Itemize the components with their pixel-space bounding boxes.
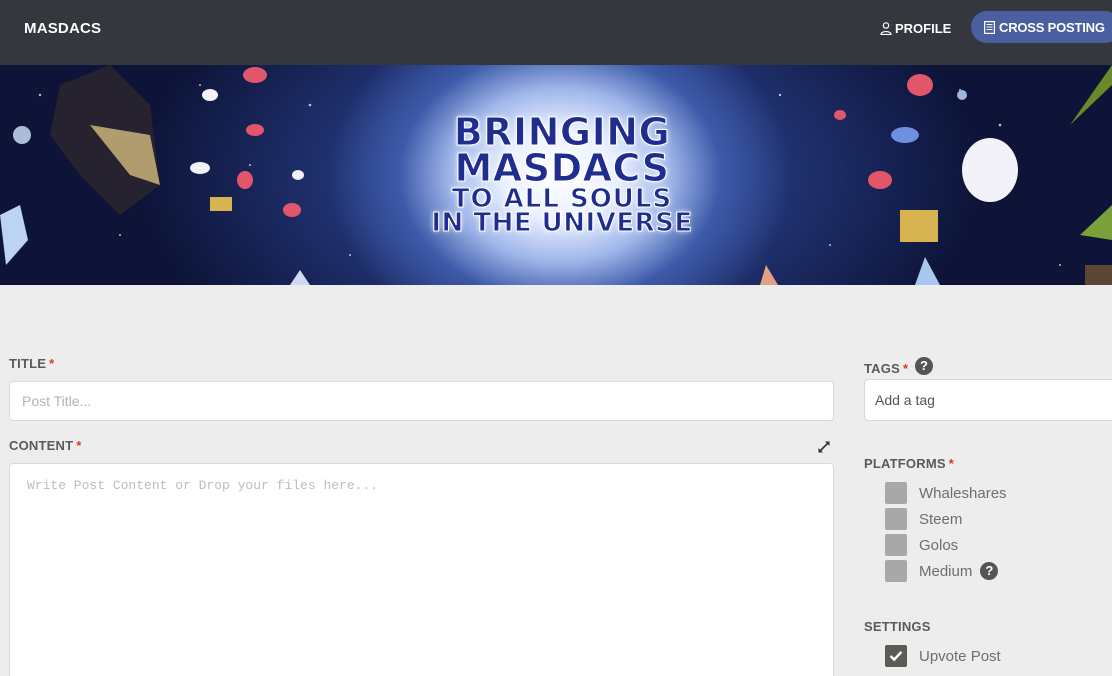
platforms-label-text: PLATFORMS [864, 456, 946, 471]
banner-line-4: IN THE UNIVERSE [431, 208, 693, 238]
required-mark: * [948, 456, 954, 471]
content-label: CONTENT * [9, 438, 82, 453]
post-content-editor[interactable] [9, 463, 834, 676]
checkbox[interactable] [885, 534, 907, 556]
tags-label-text: TAGS [864, 361, 900, 376]
cross-posting-label: CROSS POSTING [999, 19, 1105, 35]
title-label-text: TITLE [9, 356, 47, 371]
banner-line-2: MASDACS [454, 146, 670, 190]
user-icon [880, 22, 892, 35]
platform-whaleshares[interactable]: Whaleshares [885, 482, 1007, 504]
platform-label: Steem [919, 510, 963, 528]
profile-link[interactable]: PROFILE [880, 21, 951, 36]
platform-steem[interactable]: Steem [885, 508, 962, 530]
brand-logo[interactable]: MASDACS [24, 20, 101, 37]
checkbox-checked[interactable] [885, 645, 907, 667]
title-label: TITLE * [9, 356, 54, 371]
checkbox[interactable] [885, 508, 907, 530]
setting-label: Upvote Post [919, 647, 1001, 665]
checkbox[interactable] [885, 560, 907, 582]
tags-help-icon[interactable]: ? [915, 357, 933, 375]
content-label-text: CONTENT [9, 438, 74, 453]
profile-label: PROFILE [895, 21, 952, 36]
cross-posting-button[interactable]: CROSS POSTING [971, 11, 1112, 43]
tags-input[interactable] [864, 379, 1112, 421]
document-icon [984, 20, 995, 34]
banner-slogan: BRINGING MASDACS TO ALL SOULS IN THE UNI… [412, 113, 712, 238]
platform-label: Golos [919, 536, 959, 554]
required-mark: * [49, 356, 55, 371]
tags-label: TAGS * [864, 361, 908, 376]
required-mark: * [76, 438, 82, 453]
medium-help-icon[interactable]: ? [980, 562, 999, 580]
hero-banner: BRINGING MASDACS TO ALL SOULS IN THE UNI… [0, 65, 1112, 285]
platform-golos[interactable]: Golos [885, 534, 958, 556]
platform-label: Whaleshares [919, 484, 1007, 502]
settings-label: SETTINGS [864, 619, 931, 634]
post-title-input[interactable] [9, 381, 834, 421]
platform-label: Medium [919, 562, 973, 580]
required-mark: * [902, 361, 909, 376]
checkbox[interactable] [885, 482, 907, 504]
expand-icon[interactable] [817, 440, 831, 454]
platform-medium[interactable]: Medium ? [885, 560, 999, 582]
setting-upvote-post[interactable]: Upvote Post [885, 645, 1001, 667]
platforms-label: PLATFORMS * [864, 456, 954, 471]
top-navbar: MASDACS PROFILE CROSS POSTING [0, 0, 1112, 65]
checkmark-icon [889, 650, 903, 662]
